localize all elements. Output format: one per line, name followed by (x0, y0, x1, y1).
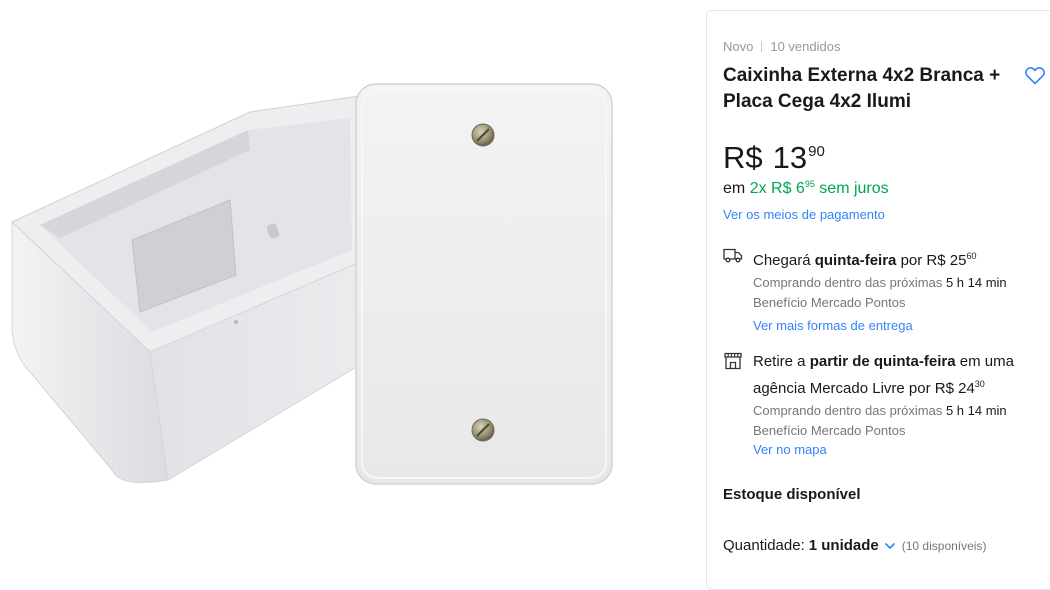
heart-icon[interactable] (1023, 63, 1047, 87)
shipping-info: Chegará quinta-feira por R$ 2560 Compran… (723, 245, 1050, 333)
screw-top (471, 123, 495, 147)
pickup-info: Retire a partir de quinta-feira em uma a… (723, 351, 1050, 457)
product-subtitle: Novo 10 vendidos (723, 39, 1050, 54)
shipping-time: 5 h 14 min (945, 275, 1007, 290)
shipping-text-2: por R$ 25 (900, 252, 967, 269)
price-integer: 13 (772, 140, 808, 175)
shipping-main: Chegará quinta-feira por R$ 2560 (753, 245, 1038, 272)
screw-bottom (471, 418, 495, 442)
payment-methods-link[interactable]: Ver os meios de pagamento (723, 207, 1050, 222)
quantity-label: Quantidade: (723, 537, 805, 554)
buy-box: Novo 10 vendidos Caixinha Externa 4x2 Br… (706, 10, 1050, 590)
price: R$ 13 90 (723, 140, 1050, 176)
more-shipping-link[interactable]: Ver mais formas de entrega (753, 318, 1050, 333)
map-link[interactable]: Ver no mapa (753, 442, 1050, 457)
pickup-text-1: Retire a (753, 353, 806, 370)
quantity-selector[interactable]: Quantidade: 1 unidade (10 disponíveis) (723, 537, 1050, 554)
stock-label: Estoque disponível (723, 486, 861, 503)
installments-count: 2x R$ 6 (749, 180, 805, 197)
quantity-value[interactable]: 1 unidade (809, 537, 879, 554)
shipping-text-1: Chegará (753, 252, 811, 269)
shipping-day: quinta-feira (814, 252, 897, 269)
pickup-cents: 30 (974, 379, 985, 389)
pickup-deadline: Comprando dentro das próximas 5 h 14 min (753, 402, 1050, 420)
shipping-buy-within: Comprando dentro das próximas (753, 275, 943, 290)
pickup-main: Retire a partir de quinta-feira em uma a… (753, 351, 1038, 400)
sold-count: 10 vendidos (770, 39, 841, 54)
shipping-deadline: Comprando dentro das próximas 5 h 14 min (753, 274, 1050, 292)
condition-label: Novo (723, 39, 754, 54)
title-row: Caixinha Externa 4x2 Branca + Placa Cega… (723, 63, 1045, 115)
product-title: Caixinha Externa 4x2 Branca + Placa Cega… (723, 65, 1001, 112)
installments-cents: 95 (804, 179, 815, 189)
product-gallery (0, 0, 700, 562)
price-currency: R$ (723, 140, 763, 175)
pickup-time: 5 h 14 min (945, 403, 1007, 418)
installments: em 2x R$ 695 sem juros (723, 179, 1050, 198)
installments-prefix: em (723, 180, 746, 197)
available-count: (10 disponíveis) (901, 538, 987, 553)
installments-suffix: sem juros (819, 180, 889, 197)
pickup-benefit: Benefício Mercado Pontos (753, 423, 906, 438)
pickup-bold: partir de quinta-feira (809, 353, 956, 370)
installments-value: 2x R$ 695 sem juros (749, 179, 889, 197)
truck-icon (723, 248, 743, 263)
pickup-buy-within: Comprando dentro das próximas (753, 403, 943, 418)
shipping-cents: 60 (966, 251, 977, 261)
store-icon (724, 352, 742, 370)
chevron-down-icon[interactable] (884, 540, 896, 552)
product-image[interactable] (0, 0, 700, 562)
divider (761, 41, 763, 52)
shipping-benefit: Benefício Mercado Pontos (753, 295, 906, 310)
price-cents: 90 (808, 143, 825, 160)
